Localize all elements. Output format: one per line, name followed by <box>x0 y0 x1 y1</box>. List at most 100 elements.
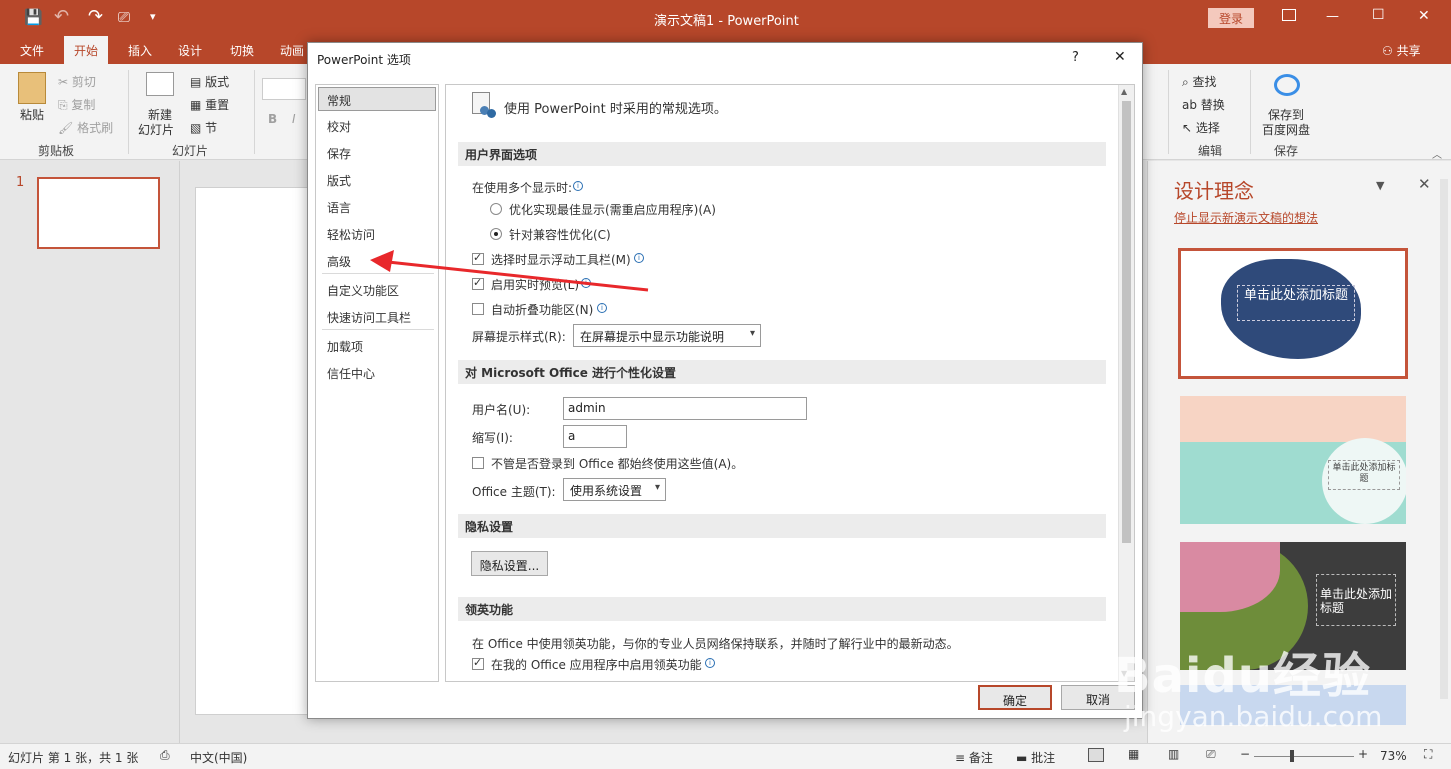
zoom-slider-track[interactable] <box>1254 756 1354 757</box>
save-baidu-line2[interactable]: 百度网盘 <box>1262 121 1310 138</box>
tab-file[interactable]: 文件 <box>20 42 44 59</box>
present-from-start-icon[interactable]: ⎚ <box>118 8 130 26</box>
nav-language[interactable]: 语言 <box>316 195 438 219</box>
spell-check-icon[interactable]: ⎙ <box>160 748 170 763</box>
italic-button[interactable]: I <box>292 112 296 126</box>
tab-transitions[interactable]: 切换 <box>230 42 254 59</box>
radio-optimize-compat[interactable] <box>490 228 502 240</box>
layout-button[interactable]: ▤ 版式 <box>190 73 229 90</box>
copy-button[interactable]: ⎘ 复制 <box>58 96 95 113</box>
reset-button[interactable]: ▦ 重置 <box>190 96 229 113</box>
section-button[interactable]: ▧ 节 <box>190 119 217 136</box>
cut-button[interactable]: ✂ 剪切 <box>58 73 96 90</box>
slideshow-icon[interactable]: ⎚ <box>1206 747 1216 762</box>
nav-layout[interactable]: 版式 <box>316 168 438 192</box>
slide-thumbnail[interactable] <box>37 177 160 249</box>
design-idea-2[interactable]: 单击此处添加标题 <box>1180 396 1406 524</box>
language-status[interactable]: 中文(中国) <box>190 749 247 766</box>
minimize-button[interactable]: — <box>1326 9 1339 24</box>
undo-icon[interactable]: ↶ <box>54 6 69 27</box>
ribbon-separator <box>128 70 129 154</box>
slide-canvas[interactable] <box>195 187 315 715</box>
tab-animations[interactable]: 动画 <box>280 42 304 59</box>
collapse-ribbon-icon[interactable]: ︿ <box>1432 146 1442 161</box>
customize-qat-icon[interactable]: ▾ <box>150 10 156 23</box>
pane-options-icon[interactable]: ▼ <box>1376 179 1384 192</box>
info-icon[interactable]: i <box>573 181 583 191</box>
notes-button[interactable]: ≡ 备注 <box>955 749 993 766</box>
ribbon-display-options-icon[interactable] <box>1282 9 1296 21</box>
initials-field[interactable]: a <box>563 425 627 448</box>
pane-scrollbar[interactable] <box>1440 179 1448 699</box>
checkbox-always-use[interactable] <box>472 457 484 469</box>
tab-insert[interactable]: 插入 <box>128 42 152 59</box>
dialog-title: PowerPoint 选项 <box>317 53 411 67</box>
paste-button[interactable]: 粘贴 <box>20 106 44 123</box>
checkbox-linkedin[interactable] <box>472 656 484 670</box>
linkedin-enable-label[interactable]: 在我的 Office 应用程序中启用领英功能 <box>491 656 702 673</box>
nav-save[interactable]: 保存 <box>316 141 438 165</box>
normal-view-icon[interactable] <box>1088 748 1104 762</box>
options-content: 使用 PowerPoint 时采用的常规选项。 用户界面选项 在使用多个显示时:… <box>445 84 1135 682</box>
idea2-title-placeholder: 单击此处添加标题 <box>1328 460 1400 490</box>
fit-to-window-icon[interactable]: ⛶ <box>1424 747 1432 762</box>
zoom-out-button[interactable]: − <box>1240 747 1250 761</box>
slide-sorter-icon[interactable]: ▦ <box>1128 747 1139 761</box>
radio-optimize-best[interactable] <box>490 203 502 215</box>
screentip-select[interactable]: 在屏幕提示中显示功能说明 <box>573 324 761 347</box>
replace-button[interactable]: ab 替换 <box>1182 96 1225 113</box>
comments-button[interactable]: ▬ 批注 <box>1016 749 1055 766</box>
nav-accessibility[interactable]: 轻松访问 <box>316 222 438 246</box>
nav-general[interactable]: 常规 <box>318 87 436 111</box>
bold-button[interactable]: B <box>268 112 277 126</box>
find-button[interactable]: ⌕ 查找 <box>1182 73 1217 90</box>
info-icon[interactable]: i <box>597 303 607 313</box>
linkedin-description: 在 Office 中使用领英功能，与你的专业人员网络保持联系，并随时了解行业中的… <box>472 637 959 651</box>
font-box[interactable] <box>262 78 306 100</box>
zoom-slider-thumb[interactable] <box>1290 750 1294 762</box>
content-scrollbar[interactable]: ▲ ▼ <box>1118 85 1134 681</box>
login-button[interactable]: 登录 <box>1208 8 1254 28</box>
baidu-netdisk-icon[interactable] <box>1274 74 1300 96</box>
opt-compat-label[interactable]: 针对兼容性优化(C) <box>509 226 611 243</box>
share-button[interactable]: ⚇ 共享 <box>1382 42 1421 59</box>
scroll-thumb[interactable] <box>1122 101 1131 543</box>
reading-view-icon[interactable]: ▥ <box>1168 747 1179 761</box>
format-painter-button[interactable]: 🖌 格式刷 <box>58 119 113 136</box>
redo-icon[interactable]: ↷ <box>88 6 103 27</box>
collapse-ribbon-label[interactable]: 自动折叠功能区(N) <box>491 301 593 318</box>
privacy-settings-button[interactable]: 隐私设置... <box>471 551 548 576</box>
nav-quick-access-toolbar[interactable]: 快速访问工具栏 <box>316 305 438 329</box>
layout-label: 版式 <box>205 75 230 89</box>
close-pane-icon[interactable]: ✕ <box>1418 175 1431 193</box>
always-use-label[interactable]: 不管是否登录到 Office 都始终使用这些值(A)。 <box>491 455 743 472</box>
checkbox-collapse-ribbon[interactable] <box>472 303 484 315</box>
paste-icon[interactable] <box>18 72 46 104</box>
info-icon[interactable]: i <box>705 658 715 668</box>
opt-best-label[interactable]: 优化实现最佳显示(需重启应用程序)(A) <box>509 201 716 218</box>
tab-design[interactable]: 设计 <box>178 42 202 59</box>
ok-button[interactable]: 确定 <box>978 685 1052 710</box>
zoom-in-button[interactable]: + <box>1358 747 1368 761</box>
scroll-up-icon[interactable]: ▲ <box>1121 87 1127 96</box>
nav-add-ins[interactable]: 加载项 <box>316 334 438 358</box>
group-clipboard: 剪贴板 <box>38 144 75 158</box>
close-window-button[interactable]: ✕ <box>1418 8 1430 24</box>
zoom-level[interactable]: 73% <box>1380 749 1407 763</box>
maximize-button[interactable]: ☐ <box>1372 7 1385 23</box>
new-slide-icon[interactable] <box>146 72 174 96</box>
tab-home[interactable]: 开始 <box>64 36 109 64</box>
username-field[interactable]: admin <box>563 397 807 420</box>
nav-proofing[interactable]: 校对 <box>316 114 438 138</box>
select-button[interactable]: ↖ 选择 <box>1182 119 1220 136</box>
help-button[interactable]: ? <box>1072 50 1079 65</box>
new-slide-line2[interactable]: 幻灯片 <box>138 121 174 138</box>
design-idea-1[interactable]: 单击此处添加标题 <box>1178 248 1408 379</box>
nav-trust-center[interactable]: 信任中心 <box>316 361 438 385</box>
find-label: 查找 <box>1192 75 1217 89</box>
window-title: 演示文稿1 - PowerPoint <box>654 14 799 29</box>
theme-select[interactable]: 使用系统设置 <box>563 478 666 501</box>
dialog-close-button[interactable]: ✕ <box>1114 49 1126 65</box>
save-icon[interactable]: 💾 <box>24 8 43 26</box>
stop-showing-ideas-link[interactable]: 停止显示新演示文稿的想法 <box>1174 209 1318 226</box>
